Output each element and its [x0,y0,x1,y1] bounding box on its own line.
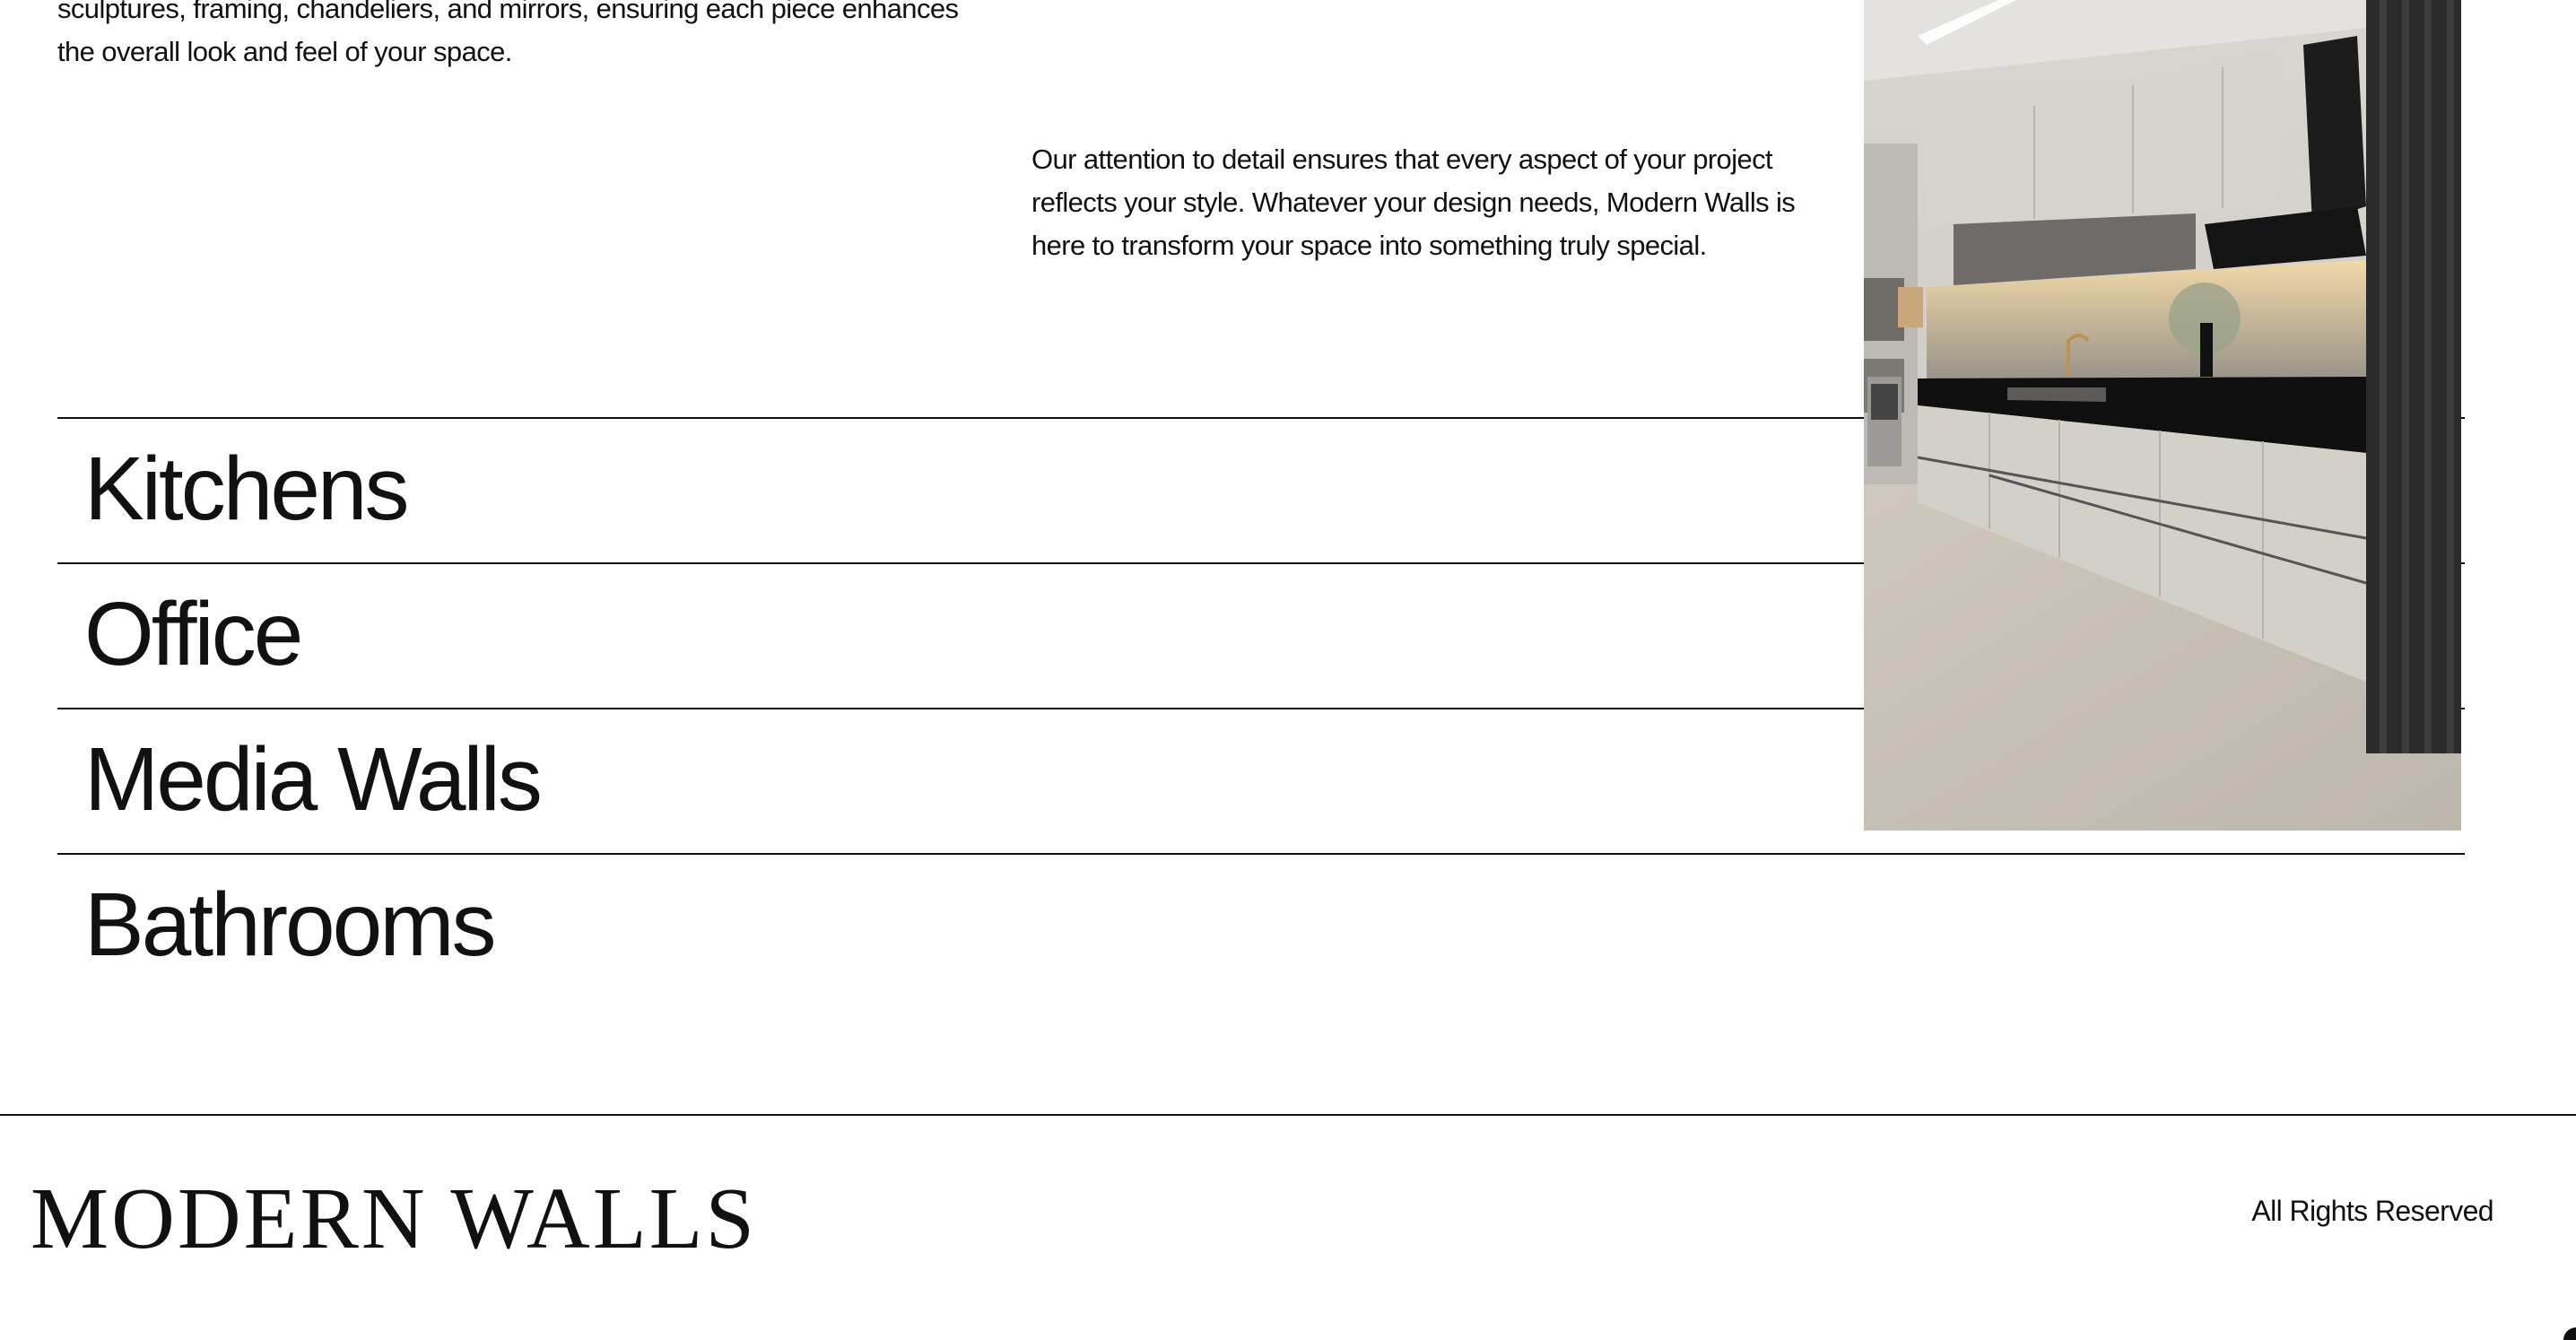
intro-paragraph-left: sculptures, framing, chandeliers, and mi… [57,0,959,67]
category-label: Bathrooms [84,874,497,975]
kitchen-preview-image [1864,0,2461,831]
site-footer: MODERN WALLS All Rights Reserved [0,1114,2576,1340]
corner-decoration [2563,1327,2576,1340]
copyright-text: All Rights Reserved [2251,1195,2493,1227]
brand-logo[interactable]: MODERN WALLS [30,1170,757,1268]
category-item-bathrooms[interactable]: Bathrooms [57,853,2465,998]
category-label: Media Walls [84,729,543,830]
category-label: Office [84,584,303,684]
intro-paragraph-right: Our attention to detail ensures that eve… [1031,144,1796,261]
category-label: Kitchens [84,439,410,539]
